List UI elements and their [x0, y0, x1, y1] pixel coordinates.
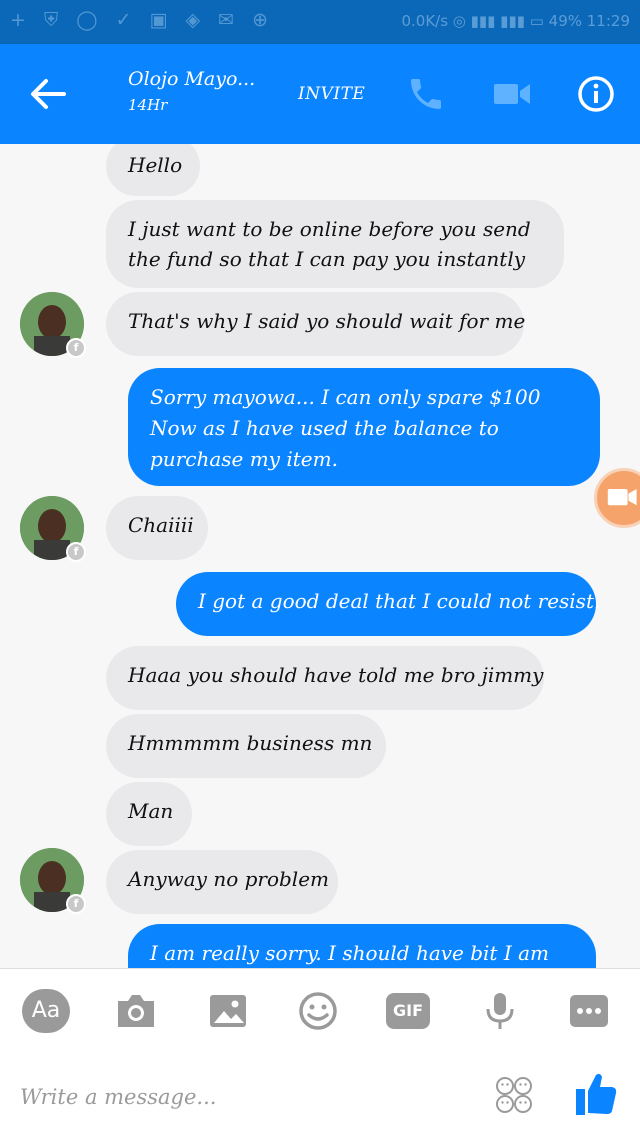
more-icon[interactable]: [566, 991, 614, 1031]
message-bubble-sent[interactable]: I am really sorry. I should have bit I a…: [128, 924, 596, 968]
message-bubble-received[interactable]: Hmmmmm business mn: [106, 714, 386, 778]
info-icon[interactable]: [576, 74, 616, 114]
message-bubble-received[interactable]: Anyway no problem: [106, 850, 338, 914]
facebook-badge-icon: f: [66, 338, 86, 358]
emoji-picker-icon[interactable]: [494, 1075, 534, 1115]
microphone-icon[interactable]: [476, 989, 524, 1033]
floating-video-call-button[interactable]: [594, 468, 640, 528]
facebook-badge-icon: f: [66, 542, 86, 562]
message-bubble-received[interactable]: Man: [106, 782, 192, 846]
message-list[interactable]: Hello I just want to be online before yo…: [0, 144, 640, 968]
video-camera-icon[interactable]: [492, 78, 532, 110]
invite-button[interactable]: INVITE: [298, 84, 365, 104]
phone-icon[interactable]: [406, 74, 446, 114]
smiley-icon[interactable]: [294, 989, 342, 1033]
contact-name: Olojo Mayo...: [128, 68, 256, 90]
camera-icon[interactable]: [112, 991, 160, 1031]
gif-button[interactable]: GIF: [386, 993, 430, 1029]
status-left-icons: + ⛨ ◯ ✓ ▣ ◈ ✉ ⊕: [10, 9, 275, 31]
message-bubble-received[interactable]: That's why I said yo should wait for me: [106, 292, 525, 356]
contact-avatar[interactable]: f: [20, 292, 86, 358]
contact-avatar[interactable]: f: [20, 496, 86, 562]
video-camera-icon: [607, 489, 637, 506]
message-bubble-received[interactable]: Chaiiii: [106, 496, 208, 560]
message-input[interactable]: [20, 1077, 450, 1117]
chat-header: Olojo Mayo... 14Hr INVITE: [0, 44, 640, 144]
message-bubble-received[interactable]: Haaa you should have told me bro jimmy: [106, 646, 544, 710]
arrow-left-icon[interactable]: [28, 76, 68, 112]
message-bubble-sent[interactable]: I got a good deal that I could not resis…: [176, 572, 600, 636]
message-bubble-received[interactable]: Hello: [106, 144, 200, 196]
facebook-badge-icon: f: [66, 894, 86, 914]
composer-bar: Aa GIF: [0, 968, 640, 1138]
chat-title[interactable]: Olojo Mayo... 14Hr: [128, 68, 255, 114]
message-bubble-sent[interactable]: Sorry mayowa... I can only spare $100 No…: [128, 368, 600, 486]
last-active: 14Hr: [128, 96, 168, 114]
status-bar: + ⛨ ◯ ✓ ▣ ◈ ✉ ⊕ 0.0K/s ◎ ▮▮▮ ▮▮▮ ▭ 49% 1…: [0, 0, 640, 44]
status-right-info: 0.0K/s ◎ ▮▮▮ ▮▮▮ ▭ 49% 11:29: [401, 12, 630, 30]
message-bubble-received[interactable]: I just want to be online before you send…: [106, 200, 564, 288]
image-icon[interactable]: [204, 991, 252, 1031]
text-format-button[interactable]: Aa: [22, 989, 70, 1033]
contact-avatar[interactable]: f: [20, 848, 86, 914]
thumbs-up-icon[interactable]: [574, 1069, 618, 1117]
